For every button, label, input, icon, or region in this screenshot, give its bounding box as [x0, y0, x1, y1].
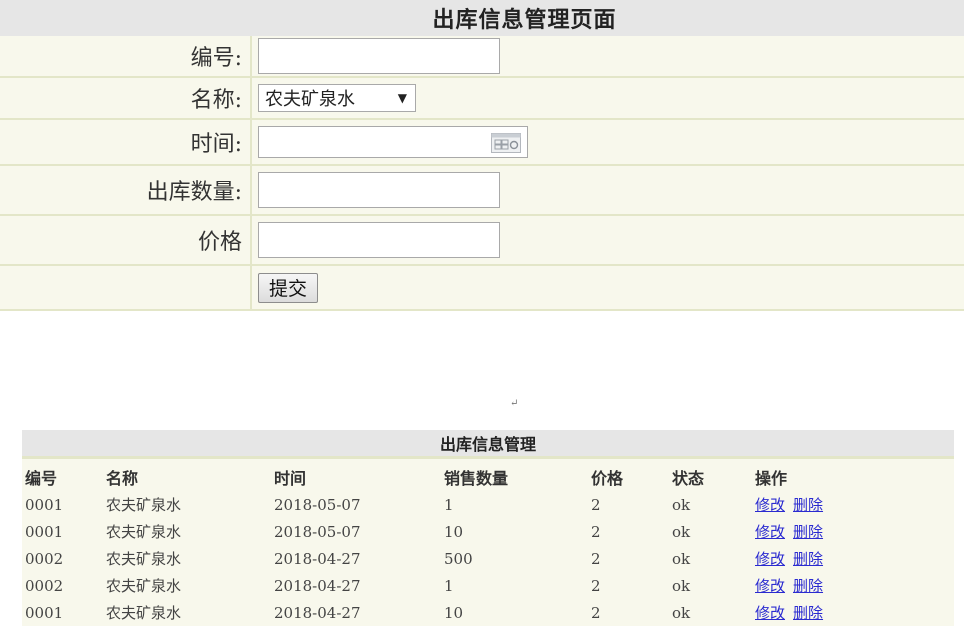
cell-price: 2 [591, 549, 601, 568]
delete-link[interactable]: 删除 [793, 577, 823, 595]
form-row-price: 价格 [0, 216, 964, 266]
form-row-qty: 出库数量: [0, 166, 964, 216]
submit-button[interactable]: 提交 [258, 272, 319, 303]
qty-input[interactable] [258, 172, 500, 208]
paragraph-return-mark: ↵ [510, 398, 519, 409]
cell-time: 2018-04-27 [274, 603, 361, 622]
form-row-submit: 提交 [0, 266, 964, 311]
column-header-actions: 操作 [755, 469, 788, 488]
name-select[interactable]: 农夫矿泉水 ▼ [258, 84, 416, 112]
cell-status: ok [672, 549, 691, 568]
delete-link[interactable]: 删除 [793, 523, 823, 541]
cell-actions: 修改 删除 [752, 572, 954, 599]
cell-actions: 修改 删除 [752, 518, 954, 545]
time-date-input[interactable] [258, 126, 528, 158]
cell-actions: 修改 删除 [752, 599, 954, 626]
cell-qty: 1 [444, 576, 454, 595]
page-title: 出库信息管理页面 [432, 7, 617, 33]
name-label: 名称: [0, 78, 252, 118]
table-title: 出库信息管理 [439, 435, 536, 454]
form-title-bar: 出库信息管理页面 [0, 0, 964, 36]
edit-link[interactable]: 修改 [755, 550, 785, 568]
cell-actions: 修改 删除 [752, 491, 954, 518]
price-input[interactable] [258, 222, 500, 258]
outbound-records-panel: 出库信息管理 编号 名称 时间 销售数量 价格 状态 操作 0001 农夫矿泉水… [22, 430, 954, 626]
form-row-code: 编号: [0, 36, 964, 78]
edit-link[interactable]: 修改 [755, 496, 785, 514]
name-select-value: 农夫矿泉水 [265, 89, 355, 110]
column-header-time: 时间 [274, 469, 307, 488]
cell-name: 农夫矿泉水 [106, 604, 182, 622]
table-title-bar: 出库信息管理 [22, 430, 954, 459]
table-row: 0001 农夫矿泉水 2018-05-07 10 2 ok 修改 删除 [22, 518, 954, 545]
cell-status: ok [672, 522, 691, 541]
column-header-qty: 销售数量 [444, 469, 509, 488]
records-table: 编号 名称 时间 销售数量 价格 状态 操作 0001 农夫矿泉水 2018-0… [22, 459, 954, 626]
cell-price: 2 [591, 495, 601, 514]
cell-status: ok [672, 576, 691, 595]
cell-code: 0001 [25, 522, 64, 541]
cell-actions: 修改 删除 [752, 545, 954, 572]
cell-name: 农夫矿泉水 [106, 523, 182, 541]
cell-qty: 1 [444, 495, 454, 514]
table-row: 0002 农夫矿泉水 2018-04-27 1 2 ok 修改 删除 [22, 572, 954, 599]
cell-qty: 10 [444, 603, 464, 622]
form-row-time: 时间: [0, 120, 964, 166]
table-row: 0001 农夫矿泉水 2018-04-27 10 2 ok 修改 删除 [22, 599, 954, 626]
time-label: 时间: [0, 120, 252, 164]
table-header-row: 编号 名称 时间 销售数量 价格 状态 操作 [22, 459, 954, 491]
edit-link[interactable]: 修改 [755, 577, 785, 595]
cell-code: 0001 [25, 603, 64, 622]
cell-name: 农夫矿泉水 [106, 496, 182, 514]
delete-link[interactable]: 删除 [793, 550, 823, 568]
table-row: 0002 农夫矿泉水 2018-04-27 500 2 ok 修改 删除 [22, 545, 954, 572]
cell-time: 2018-04-27 [274, 549, 361, 568]
chevron-down-icon: ▼ [397, 91, 407, 105]
cell-time: 2018-04-27 [274, 576, 361, 595]
cell-time: 2018-05-07 [274, 495, 361, 514]
delete-link[interactable]: 删除 [793, 604, 823, 622]
edit-link[interactable]: 修改 [755, 604, 785, 622]
cell-price: 2 [591, 522, 601, 541]
cell-price: 2 [591, 576, 601, 595]
column-header-status: 状态 [672, 469, 705, 488]
column-header-code: 编号 [25, 469, 58, 488]
column-header-name: 名称 [106, 469, 139, 488]
calendar-icon[interactable] [491, 133, 521, 153]
cell-time: 2018-05-07 [274, 522, 361, 541]
cell-status: ok [672, 603, 691, 622]
cell-code: 0001 [25, 495, 64, 514]
column-header-price: 价格 [591, 469, 624, 488]
delete-link[interactable]: 删除 [793, 496, 823, 514]
cell-code: 0002 [25, 549, 64, 568]
table-row: 0001 农夫矿泉水 2018-05-07 1 2 ok 修改 删除 [22, 491, 954, 518]
submit-label-cell [0, 266, 252, 309]
cell-qty: 10 [444, 522, 464, 541]
cell-price: 2 [591, 603, 601, 622]
code-input[interactable] [258, 38, 500, 74]
edit-link[interactable]: 修改 [755, 523, 785, 541]
price-label: 价格 [0, 216, 252, 264]
cell-status: ok [672, 495, 691, 514]
cell-qty: 500 [444, 549, 473, 568]
cell-code: 0002 [25, 576, 64, 595]
cell-name: 农夫矿泉水 [106, 577, 182, 595]
form-row-name: 名称: 农夫矿泉水 ▼ [0, 78, 964, 120]
outbound-form: 出库信息管理页面 编号: 名称: 农夫矿泉水 ▼ 时间: 出库数量: 价格 提交 [0, 0, 964, 311]
code-label: 编号: [0, 36, 252, 76]
qty-label: 出库数量: [0, 166, 252, 214]
cell-name: 农夫矿泉水 [106, 550, 182, 568]
